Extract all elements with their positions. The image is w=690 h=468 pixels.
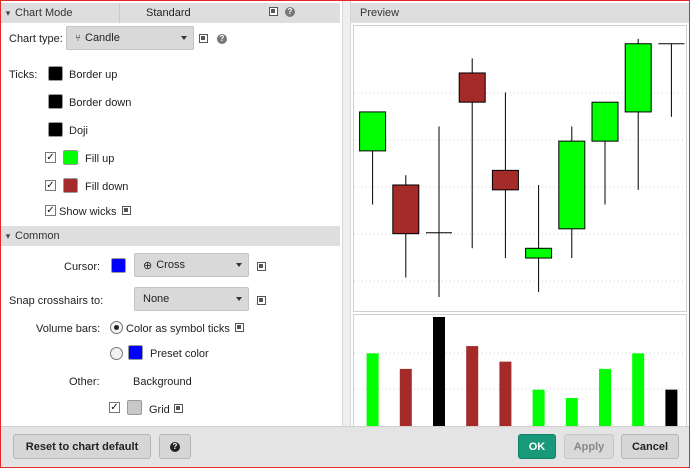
ticks-label: Ticks:: [9, 69, 38, 81]
border-up-swatch[interactable]: [48, 66, 63, 81]
grid-popout-icon[interactable]: [174, 404, 183, 413]
volume-bars-label: Volume bars:: [36, 323, 101, 335]
volume-bar: [599, 368, 611, 426]
volume-bar: [466, 346, 479, 426]
chart-mode-title: Chart Mode: [15, 7, 73, 19]
panel-splitter[interactable]: [342, 1, 351, 426]
grid-checkbox[interactable]: ✓: [109, 402, 120, 413]
preview-title: Preview: [351, 3, 689, 23]
common-header[interactable]: ▾ Common: [1, 226, 340, 246]
border-down-swatch[interactable]: [48, 94, 63, 109]
cursor-popout-icon[interactable]: [257, 262, 266, 271]
snap-popout-icon[interactable]: [257, 296, 266, 305]
show-wicks-checkbox[interactable]: ✓: [45, 205, 56, 216]
border-up-label: Border up: [69, 69, 118, 81]
cursor-label: Cursor:: [64, 261, 101, 273]
candle-chart: [353, 25, 687, 312]
crosshair-icon: ⊕: [143, 259, 153, 272]
grid-label: Grid: [149, 404, 170, 416]
volume-chart-svg: [354, 317, 686, 426]
volume-color-ticks-radio[interactable]: [110, 321, 123, 334]
chevron-down-icon: [236, 297, 242, 301]
volume-bar: [532, 389, 545, 426]
cursor-value: Cross: [156, 259, 185, 271]
chevron-down-icon: [236, 263, 242, 267]
dialog-footer: Reset to chart default ? OK Apply Cancel: [1, 426, 689, 467]
ok-button[interactable]: OK: [518, 434, 556, 459]
fill-down-checkbox[interactable]: ✓: [45, 180, 56, 191]
doji-label: Doji: [69, 125, 88, 137]
candle-body: [392, 184, 420, 235]
volume-chart: [353, 314, 687, 427]
cancel-button[interactable]: Cancel: [621, 434, 679, 459]
cursor-color-swatch[interactable]: [111, 258, 126, 273]
volume-bar: [366, 353, 379, 426]
fill-down-swatch[interactable]: [63, 178, 78, 193]
settings-panel: ▾ Chart Mode Standard ? Chart type: ⑂ Ca…: [1, 1, 342, 426]
other-label: Other:: [69, 376, 100, 388]
chart-type-popout-icon[interactable]: [199, 34, 208, 43]
fill-up-checkbox[interactable]: ✓: [45, 152, 56, 163]
collapse-caret-icon[interactable]: ▾: [1, 231, 15, 242]
snap-label: Snap crosshairs to:: [9, 295, 104, 307]
chart-mode-header[interactable]: ▾ Chart Mode Standard ?: [1, 3, 340, 23]
collapse-caret-icon[interactable]: ▾: [1, 8, 15, 19]
background-label: Background: [133, 376, 192, 388]
volume-color-ticks-label: Color as symbol ticks: [126, 323, 230, 335]
fill-up-label: Fill up: [85, 153, 115, 165]
common-title: Common: [15, 230, 60, 242]
fill-up-swatch[interactable]: [63, 150, 78, 165]
volume-bar: [565, 397, 578, 426]
chart-mode-value[interactable]: Standard: [119, 3, 265, 23]
candle-icon: ⑂: [75, 32, 81, 44]
candle-body: [624, 43, 652, 113]
preset-color-label: Preset color: [150, 348, 209, 360]
candle-body: [491, 169, 519, 191]
volume-bar: [433, 317, 445, 426]
chevron-down-icon: [181, 36, 187, 40]
candle-body: [458, 72, 486, 103]
chart-type-help-icon[interactable]: ?: [217, 34, 227, 44]
candle-body: [591, 101, 619, 142]
fill-down-label: Fill down: [85, 181, 129, 193]
show-wicks-popout-icon[interactable]: [122, 206, 131, 215]
border-down-label: Border down: [69, 97, 132, 109]
chart-type-select[interactable]: ⑂ Candle: [66, 26, 194, 50]
show-wicks-label: Show wicks: [59, 206, 117, 218]
help-icon[interactable]: ?: [285, 7, 295, 17]
volume-bar: [665, 389, 678, 426]
volume-bar: [499, 361, 512, 426]
apply-button[interactable]: Apply: [564, 434, 614, 459]
snap-value: None: [143, 293, 170, 305]
chart-type-value: Candle: [85, 32, 120, 44]
cursor-select[interactable]: ⊕ Cross: [134, 253, 249, 277]
snap-select[interactable]: None: [134, 287, 249, 311]
volume-preset-radio[interactable]: [110, 347, 123, 360]
volume-bar: [632, 353, 645, 426]
volume-popout-icon[interactable]: [235, 323, 244, 332]
candle-body: [359, 111, 387, 152]
help-button[interactable]: ?: [159, 434, 191, 459]
preset-color-swatch[interactable]: [128, 345, 143, 360]
volume-bar: [399, 368, 412, 426]
candle-body: [525, 247, 553, 259]
grid-color-swatch[interactable]: [127, 400, 142, 415]
doji-swatch[interactable]: [48, 122, 63, 137]
chart-type-label: Chart type:: [9, 33, 63, 45]
help-icon: ?: [170, 441, 180, 452]
candle-chart-svg: [354, 38, 686, 297]
preview-panel: Preview: [351, 1, 689, 427]
popout-icon[interactable]: [269, 7, 278, 16]
candle-body: [558, 140, 586, 230]
reset-default-button[interactable]: Reset to chart default: [13, 434, 151, 459]
